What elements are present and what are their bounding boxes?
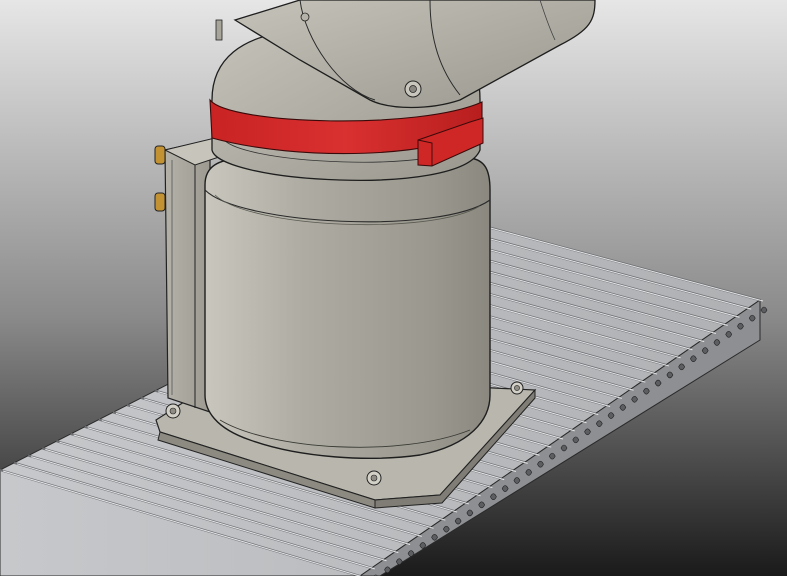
joint-bolt-icon <box>404 80 422 98</box>
cylinder-body <box>204 157 491 459</box>
screw-head-icon <box>366 470 382 486</box>
screw-head-icon <box>510 381 524 395</box>
cad-viewport[interactable] <box>0 0 787 576</box>
arm-edge-detail <box>215 19 223 41</box>
arm-screw-icon <box>300 12 310 22</box>
screw-head-icon <box>165 403 181 419</box>
cad-scene <box>0 0 787 576</box>
base-cylinder[interactable] <box>204 157 491 459</box>
